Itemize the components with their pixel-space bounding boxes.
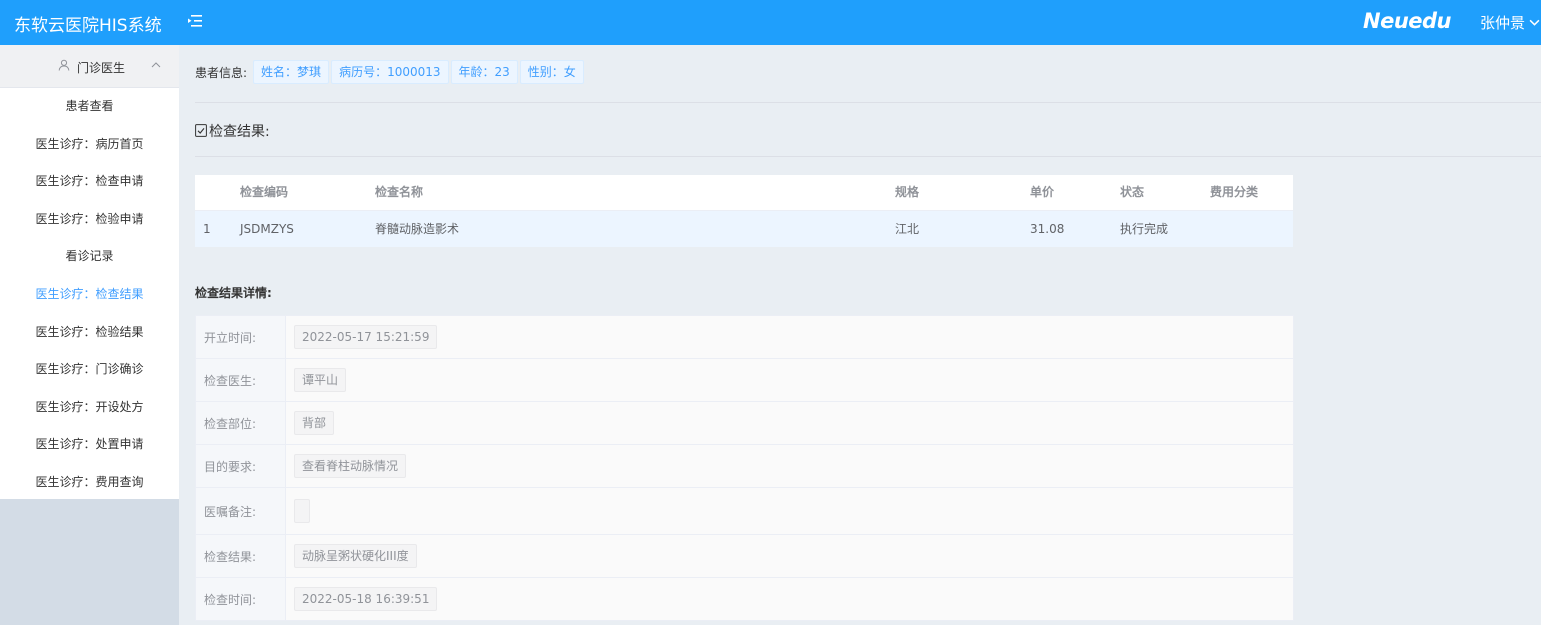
detail-row-remarks: 医嘱备注:: [196, 488, 1293, 535]
menu-fold-icon[interactable]: [187, 13, 203, 29]
detail-label: 目的要求:: [196, 445, 286, 487]
sidebar-item-exam-request[interactable]: 医生诊疗：检查申请: [0, 163, 179, 201]
sidebar-item-diagnosis[interactable]: 医生诊疗：门诊确诊: [0, 351, 179, 389]
detail-value: 2022-05-17 15:21:59: [294, 325, 438, 349]
sidebar-item-lab-request[interactable]: 医生诊疗：检验申请: [0, 201, 179, 239]
sidebar-item-treatment-request[interactable]: 医生诊疗：处置申请: [0, 426, 179, 464]
table-row[interactable]: 1 JSDMZYS 脊髓动脉造影术 江北 31.08 执行完成: [195, 211, 1293, 247]
detail-row-purpose: 目的要求: 查看脊柱动脉情况: [196, 445, 1293, 488]
detail-value: 背部: [294, 411, 335, 435]
detail-value-wrap: 谭平山: [294, 359, 347, 401]
patient-info-bar: 患者信息: 姓名：梦琪 病历号：1000013 年龄：23 性别：女: [195, 60, 586, 84]
detail-value-wrap: 背部: [294, 402, 335, 444]
sidebar-item-fee-query[interactable]: 医生诊疗：费用查询: [0, 464, 179, 502]
detail-value-wrap: 2022-05-17 15:21:59: [294, 316, 438, 358]
cell-name: 脊髓动脉造影术: [375, 222, 460, 236]
detail-row-doctor: 检查医生: 谭平山: [196, 359, 1293, 402]
sidebar-item-exam-results[interactable]: 医生诊疗：检查结果: [0, 276, 179, 314]
sidebar: 门诊医生 患者查看 医生诊疗：病历首页 医生诊疗：检查申请 医生诊疗：检验申请 …: [0, 45, 179, 625]
detail-value: 谭平山: [294, 368, 347, 392]
cell-spec: 江北: [895, 222, 920, 236]
detail-value-wrap: 动脉呈粥状硬化III度: [294, 535, 417, 577]
detail-row-body-part: 检查部位: 背部: [196, 402, 1293, 445]
exam-results-table: 检查编码 检查名称 规格 单价 状态 费用分类 1 JSDMZYS 脊髓动脉造影…: [195, 175, 1293, 247]
cell-code: JSDMZYS: [240, 222, 294, 236]
detail-value-wrap: [294, 488, 310, 534]
detail-label: 检查部位:: [196, 402, 286, 444]
col-header-name: 检查名称: [375, 185, 424, 199]
user-icon: [58, 59, 70, 71]
table-header: 检查编码 检查名称 规格 单价 状态 费用分类: [195, 175, 1293, 211]
patient-record-tag: 病历号：1000013: [331, 60, 449, 84]
detail-label: 检查医生:: [196, 359, 286, 401]
patient-gender-tag: 性别：女: [519, 60, 584, 84]
submenu-label: 门诊医生: [77, 61, 126, 75]
col-header-code: 检查编码: [240, 185, 289, 199]
chevron-down-icon: [1529, 19, 1540, 26]
divider: [195, 102, 1541, 103]
document-checked-icon: [195, 124, 207, 137]
patient-info-label: 患者信息:: [195, 65, 248, 80]
detail-value-wrap: 查看脊柱动脉情况: [294, 445, 407, 487]
col-header-fee-category: 费用分类: [1210, 185, 1259, 199]
sidebar-item-visit-records[interactable]: 看诊记录: [0, 238, 179, 276]
chevron-up-icon: [151, 62, 161, 68]
user-name: 张仲景: [1480, 14, 1526, 32]
detail-value-wrap: 2022-05-18 16:39:51: [294, 578, 438, 620]
detail-label: 检查结果:: [196, 535, 286, 577]
section-title: 检查结果:: [195, 121, 270, 141]
sidebar-item-prescription[interactable]: 医生诊疗：开设处方: [0, 389, 179, 427]
sidebar-item-patient-view[interactable]: 患者查看: [0, 88, 179, 126]
app-title: 东软云医院HIS系统: [14, 16, 162, 36]
patient-age-tag: 年龄：23: [450, 60, 518, 84]
detail-label: 检查时间:: [196, 578, 286, 620]
cell-price: 31.08: [1030, 222, 1065, 236]
col-header-spec: 规格: [895, 185, 920, 199]
detail-row-exam-time: 检查时间: 2022-05-18 16:39:51: [196, 578, 1293, 620]
detail-row-result: 检查结果: 动脉呈粥状硬化III度: [196, 535, 1293, 578]
cell-status: 执行完成: [1120, 222, 1169, 236]
divider: [195, 156, 1541, 157]
section-title-text: 检查结果:: [209, 124, 270, 140]
detail-value: 查看脊柱动脉情况: [294, 454, 407, 478]
detail-row-order-time: 开立时间: 2022-05-17 15:21:59: [196, 316, 1293, 359]
col-header-status: 状态: [1120, 185, 1145, 199]
exam-detail-descriptions: 开立时间: 2022-05-17 15:21:59 检查医生: 谭平山 检查部位…: [195, 315, 1294, 621]
top-header: 东软云医院HIS系统 Neuedu 张仲景: [0, 0, 1541, 45]
detail-label: 开立时间:: [196, 316, 286, 358]
detail-value: 2022-05-18 16:39:51: [294, 587, 438, 611]
detail-value: [294, 499, 310, 523]
user-menu[interactable]: 张仲景: [1480, 12, 1540, 33]
detail-label: 医嘱备注:: [196, 488, 286, 534]
sidebar-item-lab-results[interactable]: 医生诊疗：检验结果: [0, 314, 179, 352]
main-content: 患者信息: 姓名：梦琪 病历号：1000013 年龄：23 性别：女 检查结果: 检查编…: [179, 45, 1541, 625]
detail-value: 动脉呈粥状硬化III度: [294, 544, 417, 568]
cell-index: 1: [203, 222, 211, 236]
submenu-outpatient-doctor[interactable]: 门诊医生: [0, 45, 179, 88]
col-header-price: 单价: [1030, 185, 1055, 199]
patient-name-tag: 姓名：梦琪: [253, 60, 330, 84]
brand-logo: Neuedu: [1363, 9, 1452, 33]
side-menu: 门诊医生 患者查看 医生诊疗：病历首页 医生诊疗：检查申请 医生诊疗：检验申请 …: [0, 45, 179, 499]
detail-title: 检查结果详情:: [195, 286, 272, 300]
sidebar-item-medical-record[interactable]: 医生诊疗：病历首页: [0, 126, 179, 164]
